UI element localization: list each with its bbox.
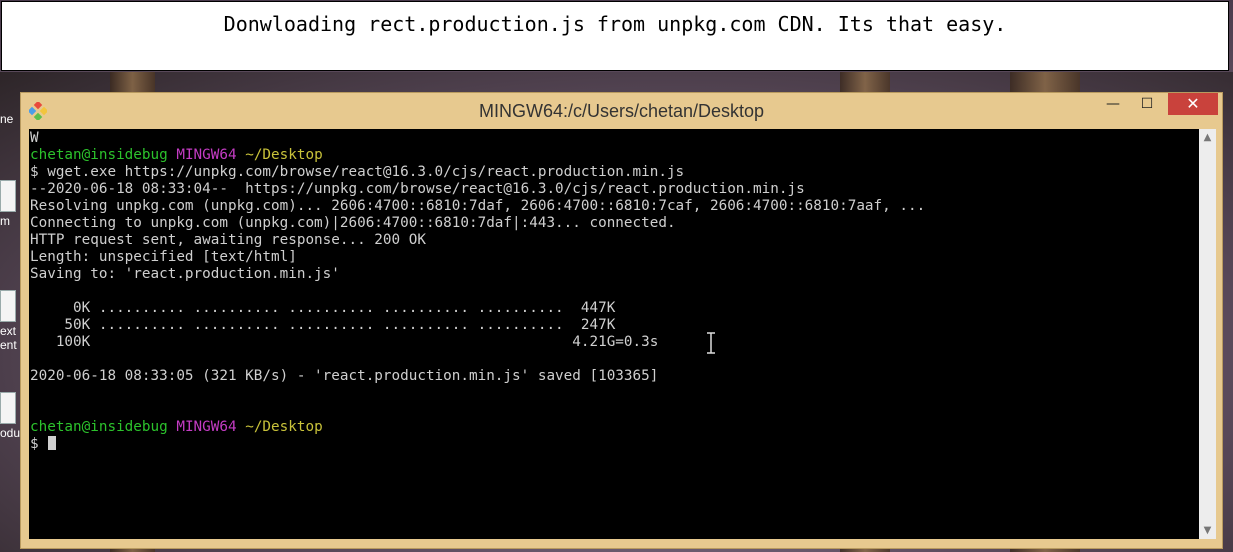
file-icon: [0, 180, 16, 212]
progress-line: 0K .......... .......... .......... ....…: [30, 300, 616, 316]
progress-line: 50K .......... .......... .......... ...…: [30, 317, 616, 333]
prompt-path: ~/Desktop: [245, 147, 323, 163]
close-button[interactable]: ✕: [1168, 93, 1218, 115]
saved-line: 2020-06-18 08:33:05 (321 KB/s) - 'react.…: [30, 368, 659, 384]
prompt-user: chetan@insidebug: [30, 419, 168, 435]
prompt-host: MINGW64: [176, 419, 237, 435]
prompt-user: chetan@insidebug: [30, 147, 168, 163]
terminal-line: Saving to: 'react.production.min.js': [30, 266, 340, 282]
terminal-output[interactable]: W chetan@insidebug MINGW64 ~/Desktop $ w…: [29, 129, 1199, 539]
title-bar[interactable]: MINGW64:/c/Users/chetan/Desktop — ☐ ✕: [21, 93, 1222, 129]
desktop-icon-label: ne: [0, 112, 14, 126]
desktop-icon[interactable]: odu: [0, 392, 20, 440]
desktop-icon-label: ent: [0, 338, 17, 352]
file-icon: [0, 290, 16, 322]
terminal-line: Connecting to unpkg.com (unpkg.com)|2606…: [30, 215, 676, 231]
progress-line: 100K 4.21G=0.3s: [30, 334, 659, 350]
desktop-icon-label: m: [0, 214, 10, 228]
window-title: MINGW64:/c/Users/chetan/Desktop: [478, 101, 765, 121]
caption-text: Donwloading rect.production.js from unpk…: [223, 12, 1007, 36]
prompt-line: chetan@insidebug MINGW64 ~/Desktop: [30, 419, 323, 436]
desktop-icon[interactable]: ne: [0, 112, 20, 126]
desktop-icon-label: ext: [0, 324, 17, 338]
input-prompt: $: [30, 436, 39, 452]
vertical-scrollbar[interactable]: ▲ ▼: [1199, 129, 1216, 539]
desktop-icon-label: odu: [0, 426, 20, 440]
terminal-line: --2020-06-18 08:33:04-- https://unpkg.co…: [30, 181, 805, 197]
scroll-down-icon[interactable]: ▼: [1199, 522, 1216, 539]
text-cursor: [47, 436, 56, 450]
minimize-button[interactable]: —: [1099, 93, 1127, 115]
file-icon: [0, 392, 16, 424]
terminal-line: Length: unspecified [text/html]: [30, 249, 297, 265]
desktop-icon[interactable]: m: [0, 180, 20, 228]
terminal-line: HTTP request sent, awaiting response... …: [30, 232, 426, 248]
input-line[interactable]: $: [30, 436, 56, 453]
maximize-button[interactable]: ☐: [1133, 93, 1161, 115]
caption-banner: Donwloading rect.production.js from unpk…: [1, 1, 1229, 71]
command-line: $ wget.exe https://unpkg.com/browse/reac…: [30, 164, 685, 180]
prompt-path: ~/Desktop: [245, 419, 323, 435]
terminal-line: W: [30, 130, 39, 146]
terminal-line: Resolving unpkg.com (unpkg.com)... 2606:…: [30, 198, 926, 214]
scroll-up-icon[interactable]: ▲: [1199, 129, 1216, 146]
terminal-window[interactable]: MINGW64:/c/Users/chetan/Desktop — ☐ ✕ W …: [20, 92, 1223, 549]
desktop-icon[interactable]: ext ent: [0, 290, 20, 352]
prompt-host: MINGW64: [176, 147, 237, 163]
prompt-line: chetan@insidebug MINGW64 ~/Desktop: [30, 147, 323, 164]
ibeam-cursor-icon: [707, 332, 715, 354]
